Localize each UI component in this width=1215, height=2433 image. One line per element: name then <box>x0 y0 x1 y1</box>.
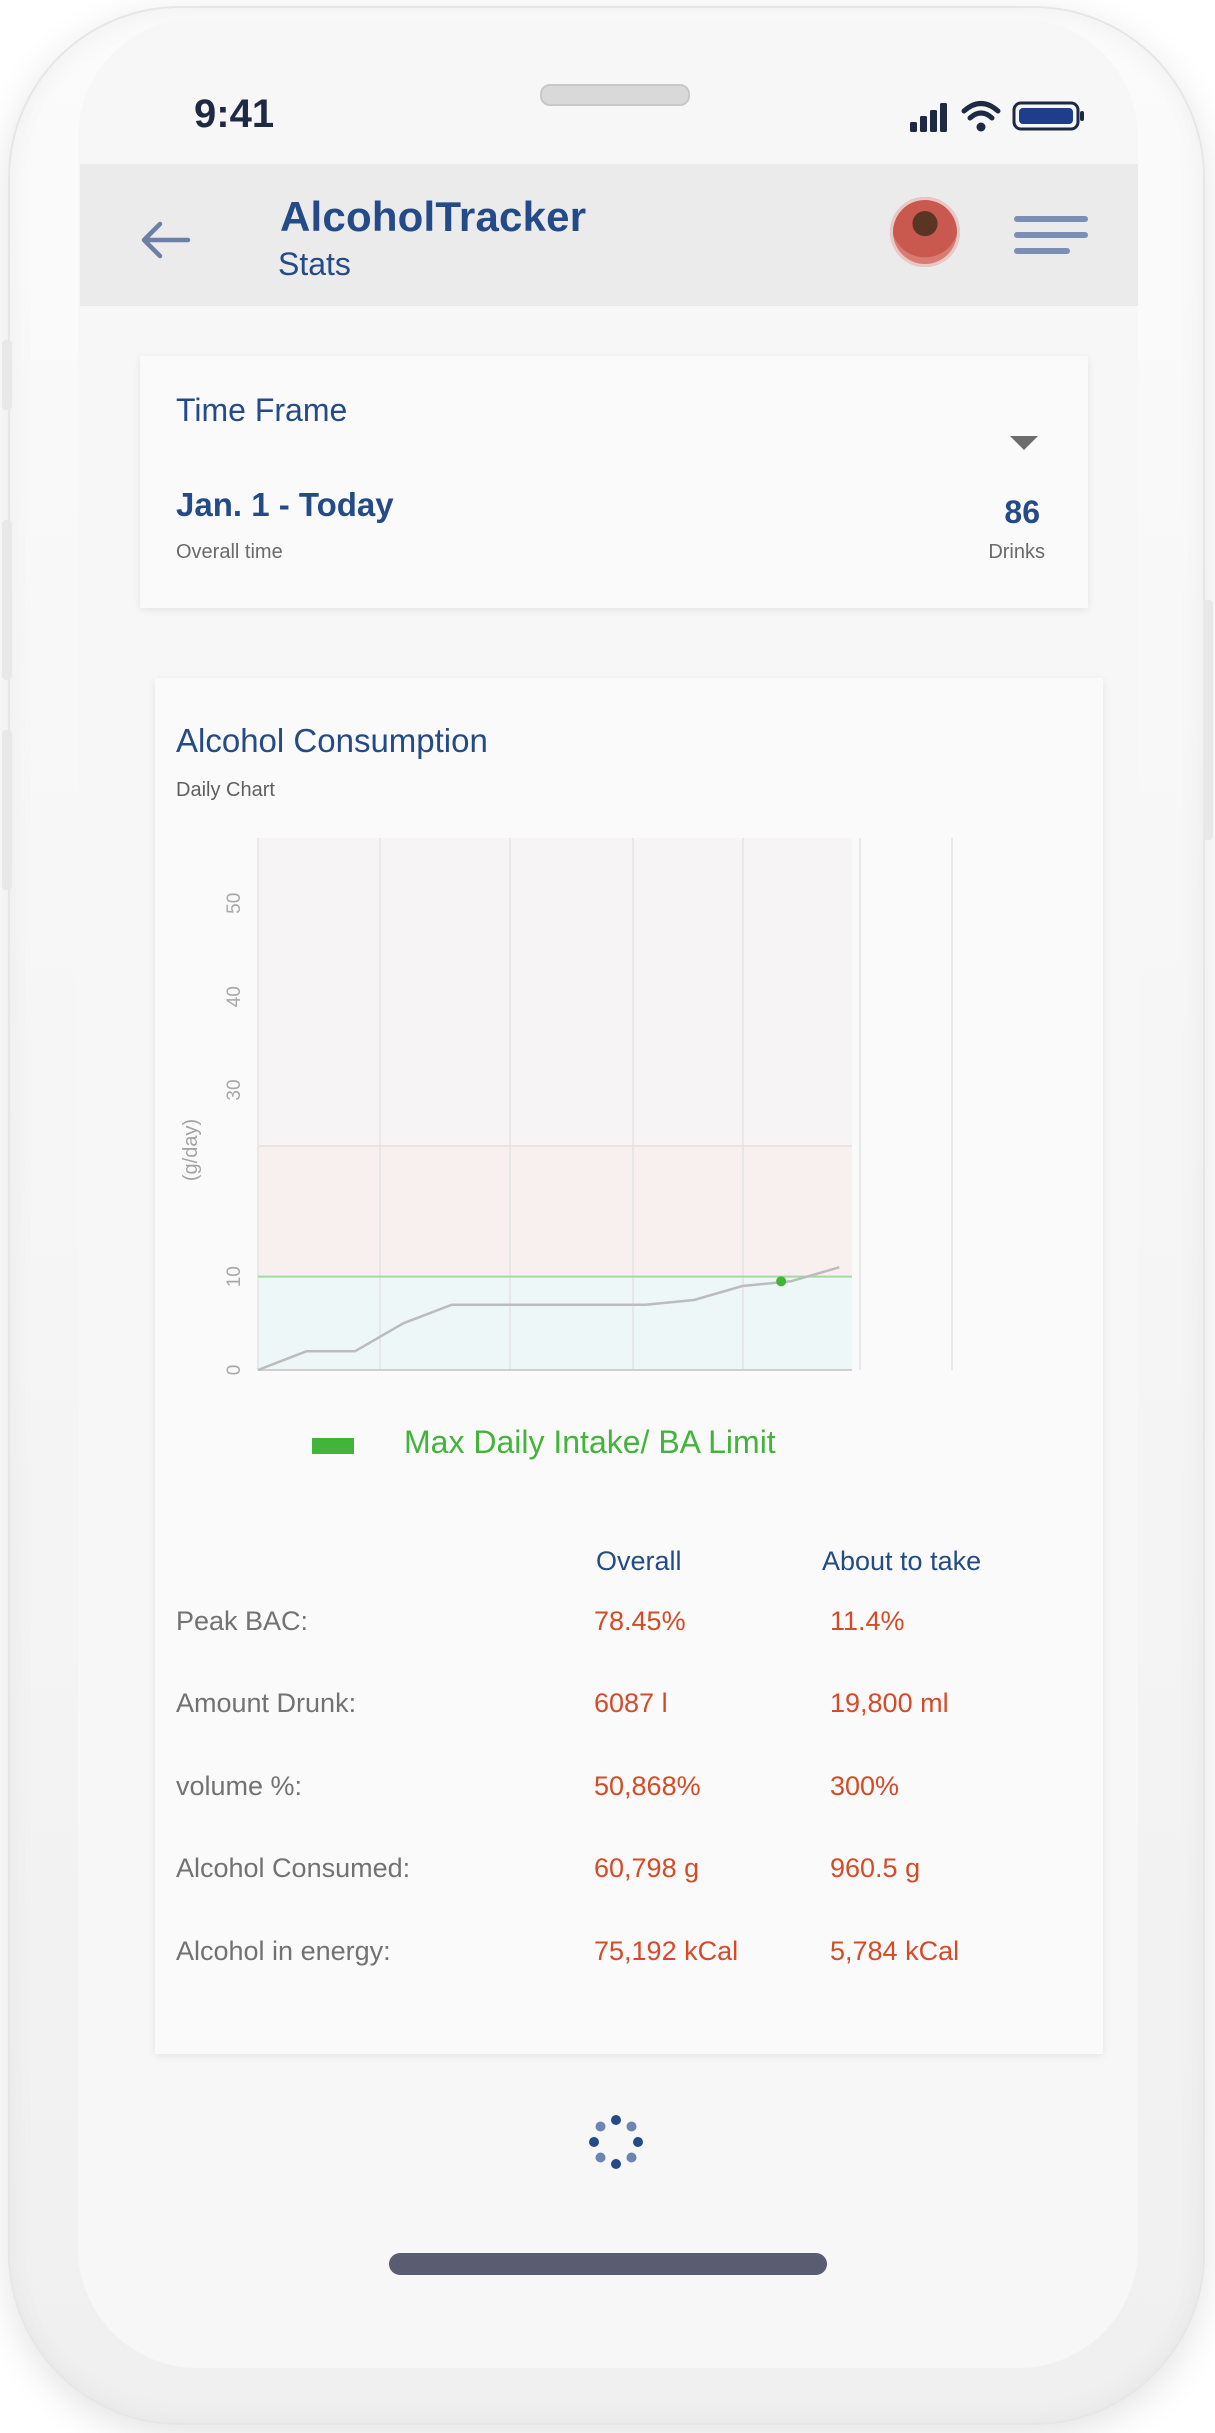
speaker-grille <box>540 84 690 106</box>
drinks-count: 86 <box>1004 494 1040 530</box>
y-tick-label: 0 <box>224 1365 245 1376</box>
silent-switch <box>2 340 12 410</box>
wifi-icon <box>961 101 1001 132</box>
power-button <box>1203 600 1213 840</box>
app-title: AlcoholTracker <box>280 193 587 240</box>
battery-icon <box>1012 101 1084 131</box>
hamburger-menu-icon[interactable] <box>1014 216 1088 258</box>
row-label: Peak BAC: <box>176 1606 309 1636</box>
row-value-overall: 50,868% <box>594 1771 701 1801</box>
drinks-caption: Drinks <box>988 541 1045 563</box>
y-tick-label: 40 <box>224 986 245 1007</box>
chart-subtitle: Daily Chart <box>176 779 275 801</box>
volume-up-button <box>2 520 12 680</box>
upper-zone-band <box>258 838 852 1146</box>
y-tick-label: 50 <box>224 893 245 914</box>
home-indicator[interactable] <box>389 2253 827 2275</box>
data-point <box>776 1276 787 1287</box>
row-value-overall: 78.45% <box>594 1606 686 1636</box>
legend-swatch <box>312 1438 354 1454</box>
safe-zone-band <box>258 1276 852 1370</box>
back-arrow-icon[interactable] <box>138 220 192 260</box>
y-tick-label: 30 <box>224 1079 245 1100</box>
column-header-overall: Overall <box>596 1546 682 1576</box>
status-icons <box>910 101 1084 132</box>
loading-spinner-icon <box>589 2115 643 2169</box>
row-value-overall: 6087 l <box>594 1688 668 1718</box>
row-value-about: 300% <box>830 1771 900 1801</box>
app-header <box>80 164 1138 306</box>
time-frame-range: Jan. 1 - Today <box>176 486 394 523</box>
row-label: Alcohol Consumed: <box>176 1853 411 1883</box>
page-title: Stats <box>278 246 351 282</box>
row-value-about: 5,784 kCal <box>830 1936 960 1966</box>
consumption-chart: 0 10 30 40 50 (g/day) <box>180 838 953 1376</box>
y-tick-label: 10 <box>224 1266 245 1287</box>
status-time: 9:41 <box>194 92 275 136</box>
row-value-about: 11.4% <box>830 1606 905 1636</box>
row-label: volume %: <box>176 1771 303 1801</box>
volume-down-button <box>2 730 12 890</box>
column-header-about-to-take: About to take <box>822 1546 982 1576</box>
row-value-overall: 75,192 kCal <box>594 1936 739 1966</box>
signal-icon <box>910 103 947 132</box>
chart-title: Alcohol Consumption <box>176 722 488 759</box>
row-value-about: 19,800 ml <box>830 1688 949 1718</box>
time-frame-label: Time Frame <box>176 392 348 428</box>
avatar[interactable] <box>890 197 960 267</box>
row-value-about: 960.5 g <box>830 1853 921 1883</box>
time-frame-caption: Overall time <box>176 541 283 563</box>
warning-zone-band <box>258 1146 852 1277</box>
y-axis-label: (g/day) <box>180 1119 202 1181</box>
row-value-overall: 60,798 g <box>594 1853 700 1883</box>
chevron-down-icon[interactable] <box>1010 436 1038 450</box>
row-label: Alcohol in energy: <box>176 1936 391 1966</box>
row-label: Amount Drunk: <box>176 1688 357 1718</box>
legend-label: Max Daily Intake/ BA Limit <box>404 1424 776 1460</box>
